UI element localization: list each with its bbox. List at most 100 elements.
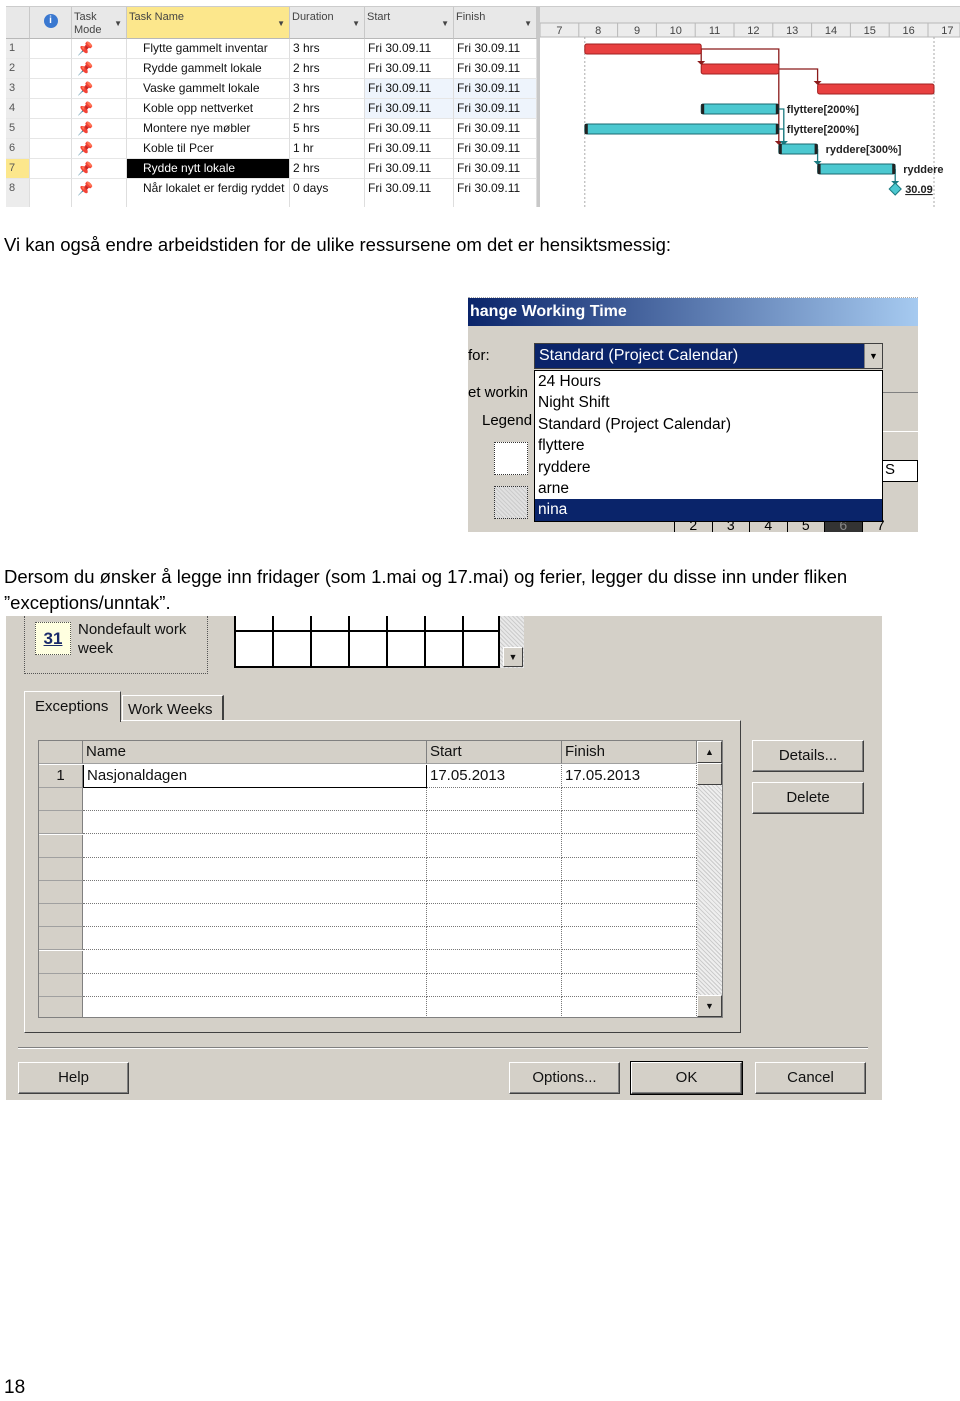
duration-cell[interactable]: 1 hr [290, 139, 365, 159]
finish-cell[interactable]: Fri 30.09.11 [454, 159, 537, 179]
n-cell[interactable]: 5 [6, 119, 30, 139]
row-header[interactable] [39, 927, 83, 951]
exception-finish-cell[interactable] [562, 904, 697, 928]
scroll-thumb[interactable] [697, 763, 722, 785]
row-header[interactable] [39, 904, 83, 928]
finish-cell[interactable]: Fri 30.09.11 [454, 39, 537, 59]
exception-finish-cell[interactable] [562, 881, 697, 904]
finish-cell[interactable]: Fri 30.09.11 [454, 139, 537, 159]
indicator-cell[interactable] [30, 99, 72, 119]
finish-cell[interactable]: Fri 30.09.11 [454, 179, 537, 207]
name-cell[interactable]: Rydde gammelt lokale [127, 59, 290, 79]
calendar-option[interactable]: Night Shift [535, 392, 882, 413]
exception-start-cell[interactable] [427, 904, 562, 928]
duration-cell[interactable]: 0 days [290, 179, 365, 207]
info-column-header[interactable]: i [30, 7, 72, 39]
exception-start-cell[interactable] [427, 788, 562, 812]
details-button[interactable]: Details... [752, 740, 864, 772]
row-header[interactable] [39, 834, 83, 858]
exception-start-cell[interactable] [427, 811, 562, 835]
exception-finish-cell[interactable] [562, 788, 697, 812]
task-mode-cell[interactable]: 📌 [72, 139, 127, 159]
duration-cell[interactable]: 3 hrs [290, 39, 365, 59]
task-mode-cell[interactable]: 📌 [72, 59, 127, 79]
exception-name-cell[interactable] [83, 973, 427, 997]
duration-cell[interactable]: 3 hrs [290, 79, 365, 99]
task-mode-cell[interactable]: 📌 [72, 179, 127, 207]
exception-name-cell[interactable] [83, 927, 427, 951]
n-cell[interactable]: 2 [6, 59, 30, 79]
calendar-cell[interactable] [348, 616, 386, 668]
name-cell[interactable]: Flytte gammelt inventar [127, 39, 290, 59]
exception-start-cell[interactable] [427, 997, 562, 1017]
row-header[interactable]: 1 [39, 765, 83, 788]
task-mode-cell[interactable]: 📌 [72, 79, 127, 99]
exception-finish-cell[interactable] [562, 834, 697, 858]
indicator-cell[interactable] [30, 59, 72, 79]
exception-finish-cell[interactable] [562, 973, 697, 997]
n-cell[interactable]: 1 [6, 39, 30, 59]
name-cell[interactable]: Når lokalet er ferdig ryddet [127, 179, 290, 207]
start-cell[interactable]: Fri 30.09.11 [365, 159, 454, 179]
task-mode-cell[interactable]: 📌 [72, 99, 127, 119]
task-mode-cell[interactable]: 📌 [72, 159, 127, 179]
n-cell[interactable]: 8 [6, 179, 30, 207]
start-cell[interactable]: Fri 30.09.11 [365, 139, 454, 159]
task-mode-header[interactable]: Task Mode ▼ [72, 7, 127, 39]
column-header-name[interactable]: Name [83, 741, 427, 764]
row-header[interactable] [39, 950, 83, 974]
scroll-down-arrow-icon[interactable]: ▼ [697, 995, 722, 1017]
calendar-option[interactable]: arne [535, 478, 882, 499]
calendar-cell[interactable] [234, 616, 272, 668]
tab-work-weeks[interactable]: Work Weeks [122, 695, 224, 720]
indicator-cell[interactable] [30, 39, 72, 59]
exception-finish-cell[interactable] [562, 950, 697, 974]
n-cell[interactable]: 3 [6, 79, 30, 99]
calendar-cell[interactable] [424, 616, 462, 668]
exception-name-cell[interactable] [83, 788, 427, 812]
task-name-header[interactable]: Task Name ▼ [127, 7, 290, 39]
duration-header[interactable]: Duration ▼ [290, 7, 365, 39]
indicator-cell[interactable] [30, 139, 72, 159]
finish-cell[interactable]: Fri 30.09.11 [454, 99, 537, 119]
name-cell[interactable]: Koble opp nettverket [127, 99, 290, 119]
calendar-cell[interactable] [310, 616, 348, 668]
indicator-cell[interactable] [30, 179, 72, 207]
calendar-cell[interactable] [272, 616, 310, 668]
duration-cell[interactable]: 2 hrs [290, 99, 365, 119]
exception-finish-cell[interactable] [562, 927, 697, 951]
exception-start-cell[interactable] [427, 834, 562, 858]
calendar-grid[interactable] [234, 616, 500, 668]
scroll-up-arrow-icon[interactable]: ▲ [697, 741, 722, 763]
name-cell[interactable]: Rydde nytt lokale [127, 159, 290, 179]
name-cell[interactable]: Montere nye møbler [127, 119, 290, 139]
exception-start-cell[interactable] [427, 881, 562, 904]
calendar-cell[interactable] [386, 616, 424, 668]
exception-name-cell[interactable] [83, 857, 427, 881]
exception-start-cell[interactable] [427, 927, 562, 951]
indicator-cell[interactable] [30, 159, 72, 179]
row-header[interactable] [39, 973, 83, 997]
calendar-option[interactable]: nina [535, 499, 882, 521]
duration-cell[interactable]: 2 hrs [290, 59, 365, 79]
finish-header[interactable]: Finish ▼ [454, 7, 537, 39]
calendar-option[interactable]: Standard (Project Calendar) [535, 414, 882, 435]
start-cell[interactable]: Fri 30.09.11 [365, 79, 454, 99]
exception-name-cell[interactable] [83, 950, 427, 974]
ok-button[interactable]: OK [630, 1061, 743, 1095]
indicator-cell[interactable] [30, 79, 72, 99]
name-cell[interactable]: Vaske gammelt lokale [127, 79, 290, 99]
exceptions-scrollbar[interactable]: ▲ ▼ [697, 741, 722, 1017]
exception-start-cell[interactable] [427, 973, 562, 997]
row-header[interactable] [39, 857, 83, 881]
exception-name-cell[interactable] [83, 997, 427, 1017]
exception-name-cell[interactable] [83, 904, 427, 928]
task-mode-cell[interactable]: 📌 [72, 39, 127, 59]
cancel-button[interactable]: Cancel [755, 1062, 866, 1094]
row-header[interactable] [39, 881, 83, 904]
exception-name-cell[interactable]: Nasjonaldagen [83, 765, 427, 788]
exception-start-cell[interactable] [427, 857, 562, 881]
finish-cell[interactable]: Fri 30.09.11 [454, 119, 537, 139]
start-header[interactable]: Start ▼ [365, 7, 454, 39]
finish-cell[interactable]: Fri 30.09.11 [454, 59, 537, 79]
